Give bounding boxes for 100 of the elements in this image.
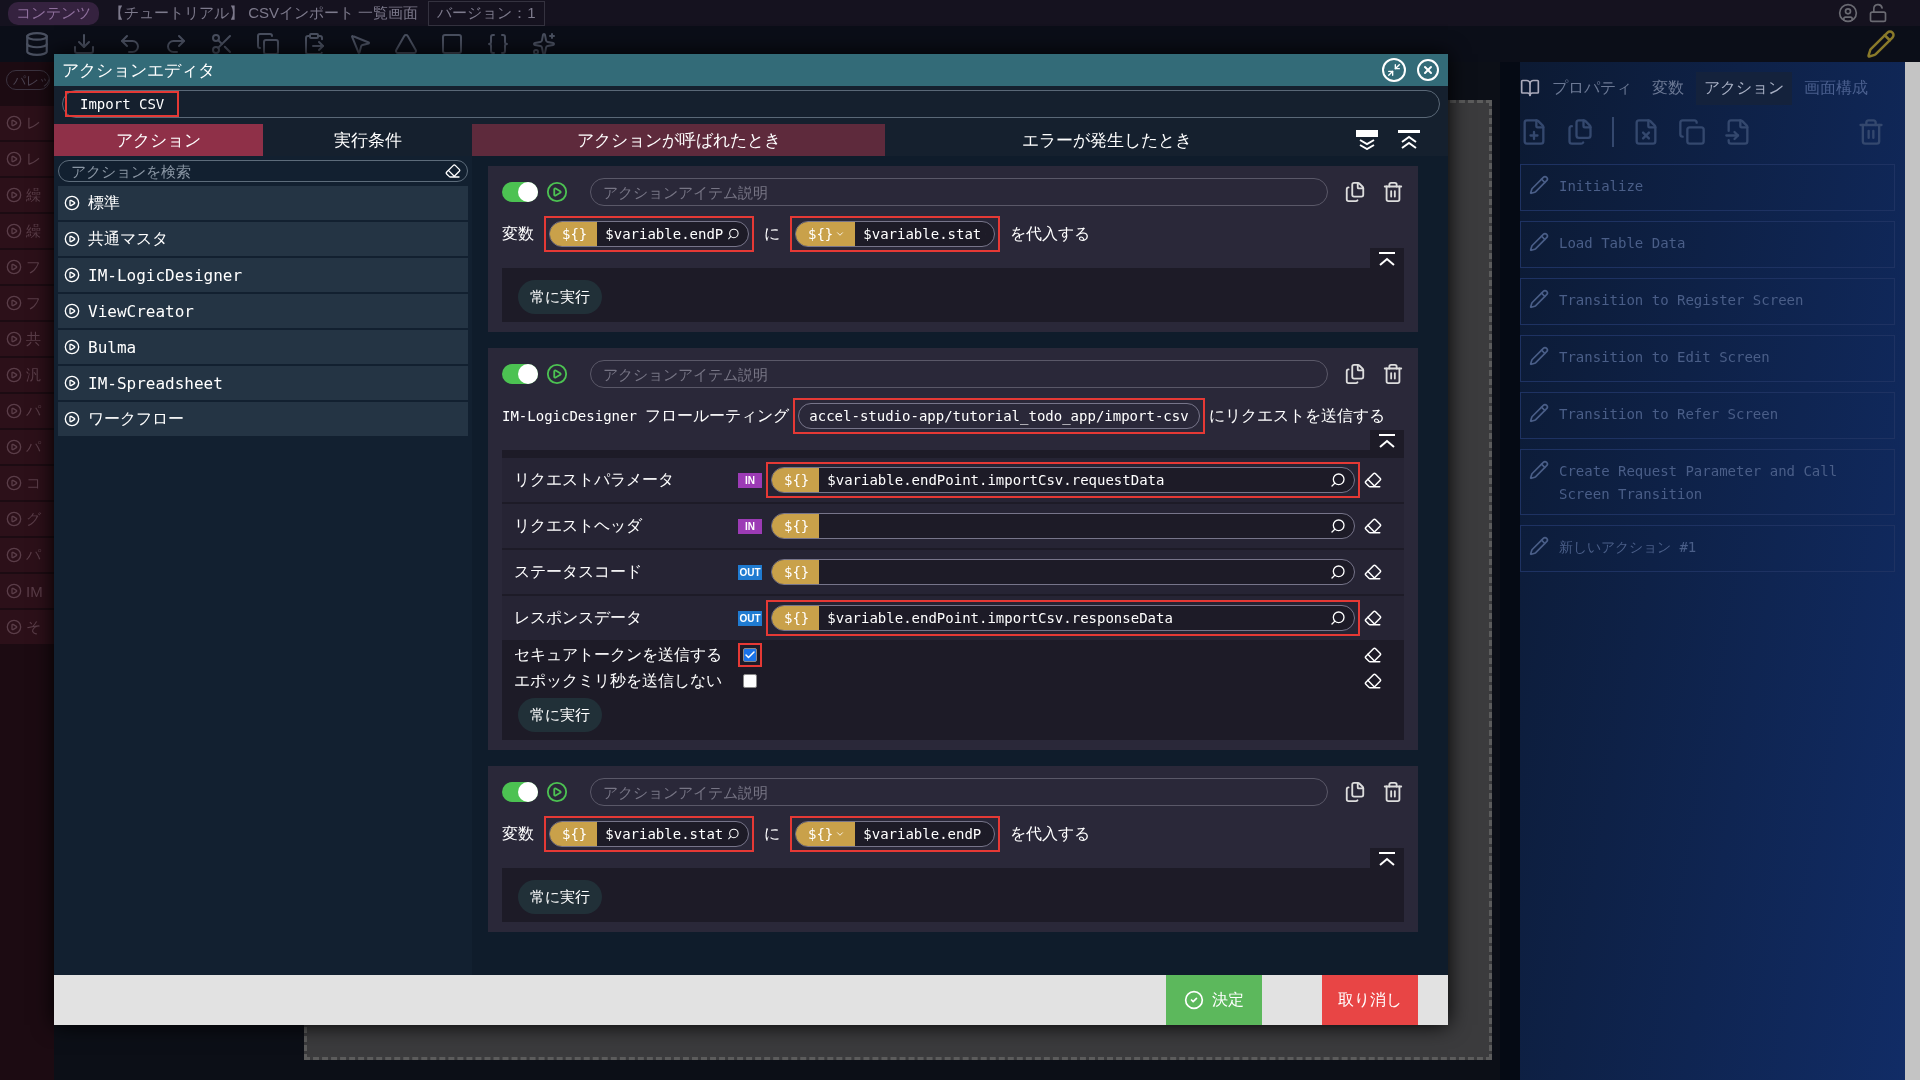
variable-field[interactable]: ${} $variable.endP — [795, 821, 995, 847]
category-item[interactable]: 標準 — [58, 186, 468, 220]
search-icon[interactable] — [727, 826, 740, 842]
direction-badge: OUT — [738, 564, 762, 580]
user-icon[interactable] — [1838, 3, 1858, 23]
eraser-icon[interactable] — [1364, 646, 1382, 664]
search-icon[interactable] — [1330, 518, 1346, 534]
eraser-icon[interactable] — [445, 163, 461, 179]
editor-tab[interactable]: 実行条件 — [263, 124, 472, 156]
trash-icon[interactable] — [1382, 781, 1404, 803]
eraser-icon[interactable] — [1364, 609, 1382, 627]
expand-all-icon[interactable] — [1354, 130, 1380, 150]
condition-button[interactable]: 常に実行 — [518, 698, 602, 732]
undo-icon[interactable] — [118, 32, 142, 56]
toggle-switch[interactable] — [502, 364, 538, 384]
description-field[interactable]: アクションアイテム説明 — [590, 360, 1328, 388]
category-item[interactable]: ViewCreator — [58, 294, 468, 328]
cancel-button[interactable]: 取り消し — [1322, 975, 1418, 1025]
eraser-icon[interactable] — [1364, 563, 1382, 581]
description-field[interactable]: アクションアイテム説明 — [590, 178, 1328, 206]
action-list-item[interactable]: Load Table Data — [1520, 221, 1895, 268]
action-list-item[interactable]: Transition to Refer Screen — [1520, 392, 1895, 439]
variable-field[interactable]: ${} $variable.endPoint.importCsv.responseData — [771, 605, 1355, 631]
square-icon[interactable] — [440, 32, 464, 56]
database-icon[interactable] — [24, 31, 50, 57]
category-item[interactable]: IM-Spreadsheet — [58, 366, 468, 400]
pencil-icon — [1529, 460, 1549, 480]
variable-field[interactable]: ${} — [771, 559, 1355, 585]
collapse-all-icon[interactable] — [1396, 130, 1422, 150]
sparkle-icon[interactable] — [532, 32, 556, 56]
copy-icon[interactable] — [1344, 181, 1366, 203]
panel-tab[interactable]: プロパティ — [1544, 71, 1640, 105]
scrollbar[interactable] — [1905, 62, 1920, 1080]
download-icon[interactable] — [72, 32, 96, 56]
paste-icon[interactable] — [302, 32, 326, 56]
close-icon[interactable] — [1416, 58, 1440, 82]
panel-tab[interactable]: アクション — [1696, 71, 1792, 105]
search-icon[interactable] — [1330, 610, 1346, 626]
search-icon[interactable] — [1330, 564, 1346, 580]
triangle-icon[interactable] — [394, 32, 418, 56]
toggle-switch[interactable] — [502, 182, 538, 202]
checkbox[interactable] — [743, 648, 757, 662]
expression-token[interactable]: ${} — [550, 822, 598, 846]
action-list-item[interactable]: Create Request Parameter and Call Screen Transition — [1520, 449, 1895, 515]
category-item[interactable]: 共通マスタ — [58, 222, 468, 256]
expression-token[interactable]: ${} — [796, 822, 856, 846]
action-list-item[interactable]: Initialize — [1520, 164, 1895, 211]
search-input[interactable]: アクションを検索 — [69, 161, 445, 181]
editor-tab[interactable]: アクション — [54, 124, 263, 156]
expression-token[interactable]: ${} — [772, 560, 820, 584]
category-item[interactable]: IM-LogicDesigner — [58, 258, 468, 292]
eraser-icon[interactable] — [1364, 672, 1382, 690]
variable-field[interactable]: ${} $variable.stat — [795, 221, 995, 247]
variable-field[interactable]: ${} — [771, 513, 1355, 539]
confirm-button[interactable]: 決定 — [1166, 975, 1262, 1025]
variable-field[interactable]: ${} $variable.endP — [549, 221, 749, 247]
edit-icon[interactable] — [1866, 29, 1896, 59]
trash-icon[interactable] — [1382, 181, 1404, 203]
toggle-switch[interactable] — [502, 782, 538, 802]
pointer-icon[interactable] — [348, 32, 372, 56]
expression-token[interactable]: ${} — [772, 514, 820, 538]
condition-button[interactable]: 常に実行 — [518, 280, 602, 314]
trash-icon[interactable] — [1382, 363, 1404, 385]
redo-icon[interactable] — [164, 32, 188, 56]
search-icon[interactable] — [727, 226, 740, 242]
collapse-icon[interactable] — [1376, 252, 1398, 268]
expression-token[interactable]: ${} — [796, 222, 856, 246]
checkbox[interactable] — [743, 674, 757, 688]
event-tab[interactable]: アクションが呼ばれたとき — [472, 124, 885, 156]
variable-field[interactable]: ${} $variable.endPoint.importCsv.requestData — [771, 467, 1355, 493]
description-field[interactable]: アクションアイテム説明 — [590, 778, 1328, 806]
expression-token[interactable]: ${} — [550, 222, 598, 246]
copy-icon[interactable] — [1344, 781, 1366, 803]
category-item[interactable]: Bulma — [58, 330, 468, 364]
action-list-text: Load Table Data — [1559, 234, 1686, 253]
collapse-icon[interactable] — [1376, 852, 1398, 868]
lock-icon[interactable] — [1868, 3, 1888, 23]
condition-button[interactable]: 常に実行 — [518, 880, 602, 914]
expression-token[interactable]: ${} — [772, 606, 820, 630]
action-list-item[interactable]: Transition to Edit Screen — [1520, 335, 1895, 382]
minimize-icon[interactable] — [1382, 58, 1406, 82]
play-icon — [6, 259, 22, 275]
cut-icon[interactable] — [210, 32, 234, 56]
event-tab[interactable]: エラーが発生したとき — [885, 124, 1328, 156]
collapse-icon[interactable] — [1376, 434, 1398, 450]
play-icon[interactable] — [546, 363, 568, 385]
category-item[interactable]: ワークフロー — [58, 402, 468, 436]
field-value: $variable.endPoint.importCsv.requestData — [826, 472, 1166, 488]
variable-field[interactable]: ${} $variable.stat — [549, 821, 749, 847]
play-icon[interactable] — [546, 181, 568, 203]
eraser-icon[interactable] — [1364, 517, 1382, 535]
expression-token[interactable]: ${} — [772, 468, 820, 492]
field-value: $variable.endP — [862, 826, 983, 842]
eraser-icon[interactable] — [1364, 471, 1382, 489]
copy-icon[interactable] — [1344, 363, 1366, 385]
play-icon[interactable] — [546, 781, 568, 803]
search-icon[interactable] — [1330, 472, 1346, 488]
action-list-item[interactable]: Transition to Register Screen — [1520, 278, 1895, 325]
panel-tab[interactable]: 変数 — [1644, 71, 1692, 105]
braces-icon[interactable] — [486, 32, 510, 56]
